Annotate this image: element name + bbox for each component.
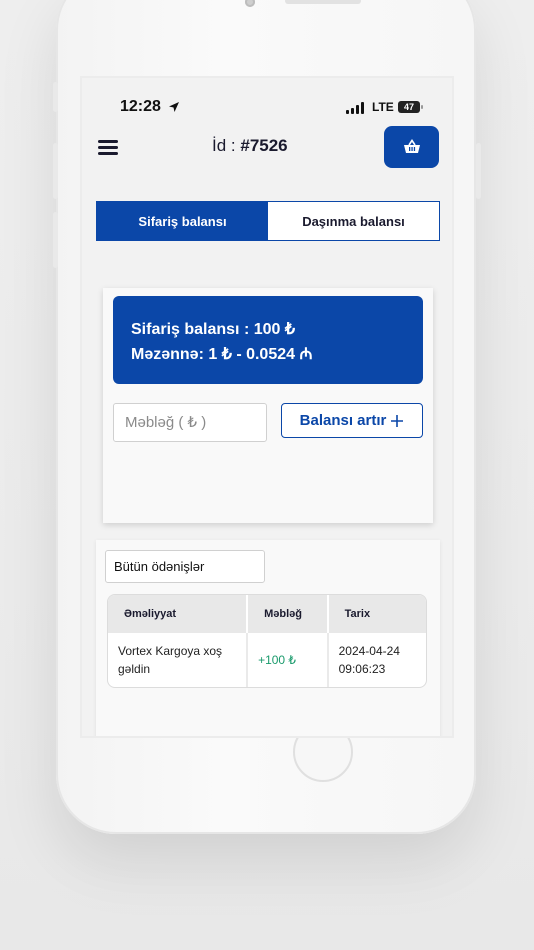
id-value: #7526	[240, 136, 288, 155]
signal-icon	[346, 102, 366, 114]
payments-filter-select[interactable]: Bütün ödənişlər	[105, 550, 265, 583]
column-header-operation: Əməliyyat	[108, 595, 249, 633]
id-label: İd :	[212, 136, 241, 155]
table-header: Əməliyyat Məbləğ Tarix	[108, 595, 426, 633]
front-camera	[245, 0, 255, 7]
phone-screen: 12:28 LTE 47 İd : #7526 Sifariş balansı …	[80, 76, 454, 738]
amount-input[interactable]	[113, 403, 267, 442]
balance-card: Sifariş balansı : 100 ₺ Məzənnə: 1 ₺ - 0…	[103, 288, 433, 523]
increase-balance-label: Balansı artır	[299, 412, 387, 429]
basket-icon	[403, 139, 420, 153]
basket-button[interactable]	[384, 126, 439, 168]
table-row: Vortex Kargoya xoş gəldin +100 ₺ 2024-04…	[108, 633, 426, 687]
earpiece-speaker	[285, 0, 361, 4]
location-arrow-icon	[169, 102, 179, 112]
status-bar: 12:28 LTE 47	[82, 98, 452, 118]
volume-down-button	[53, 212, 58, 268]
battery-icon: 47	[398, 101, 423, 113]
balance-tabs: Sifariş balansı Daşınma balansı	[96, 201, 440, 241]
column-header-date: Tarix	[344, 608, 371, 620]
column-header-amount: Məbləğ	[248, 595, 329, 633]
transactions-table: Əməliyyat Məbləğ Tarix Vortex Kargoya xo…	[107, 594, 427, 688]
status-time: 12:28	[120, 98, 161, 115]
tab-shipping-balance[interactable]: Daşınma balansı	[268, 202, 439, 240]
payments-card: Bütün ödənişlər Əməliyyat Məbləğ Tarix V…	[96, 540, 440, 736]
order-balance-text: Sifariş balansı : 100 ₺	[131, 321, 296, 338]
power-button	[476, 143, 481, 199]
tab-order-balance[interactable]: Sifariş balansı	[97, 202, 268, 240]
mute-switch	[53, 82, 58, 112]
hamburger-menu-icon[interactable]	[98, 138, 120, 156]
increase-balance-button[interactable]: Balansı artır	[281, 403, 423, 438]
cell-date: 2024-04-24 09:06:23	[338, 644, 400, 676]
volume-up-button	[53, 143, 58, 199]
balance-summary: Sifariş balansı : 100 ₺ Məzənnə: 1 ₺ - 0…	[113, 296, 423, 384]
app-header: İd : #7526	[82, 126, 452, 170]
plus-icon	[391, 414, 404, 427]
exchange-rate-text: Məzənnə: 1 ₺ - 0.0524 ₼	[131, 346, 313, 363]
network-label: LTE	[372, 100, 394, 114]
page-title: İd : #7526	[212, 136, 288, 156]
cell-amount: +100 ₺	[248, 633, 329, 687]
cell-operation: Vortex Kargoya xoş gəldin	[108, 633, 249, 687]
